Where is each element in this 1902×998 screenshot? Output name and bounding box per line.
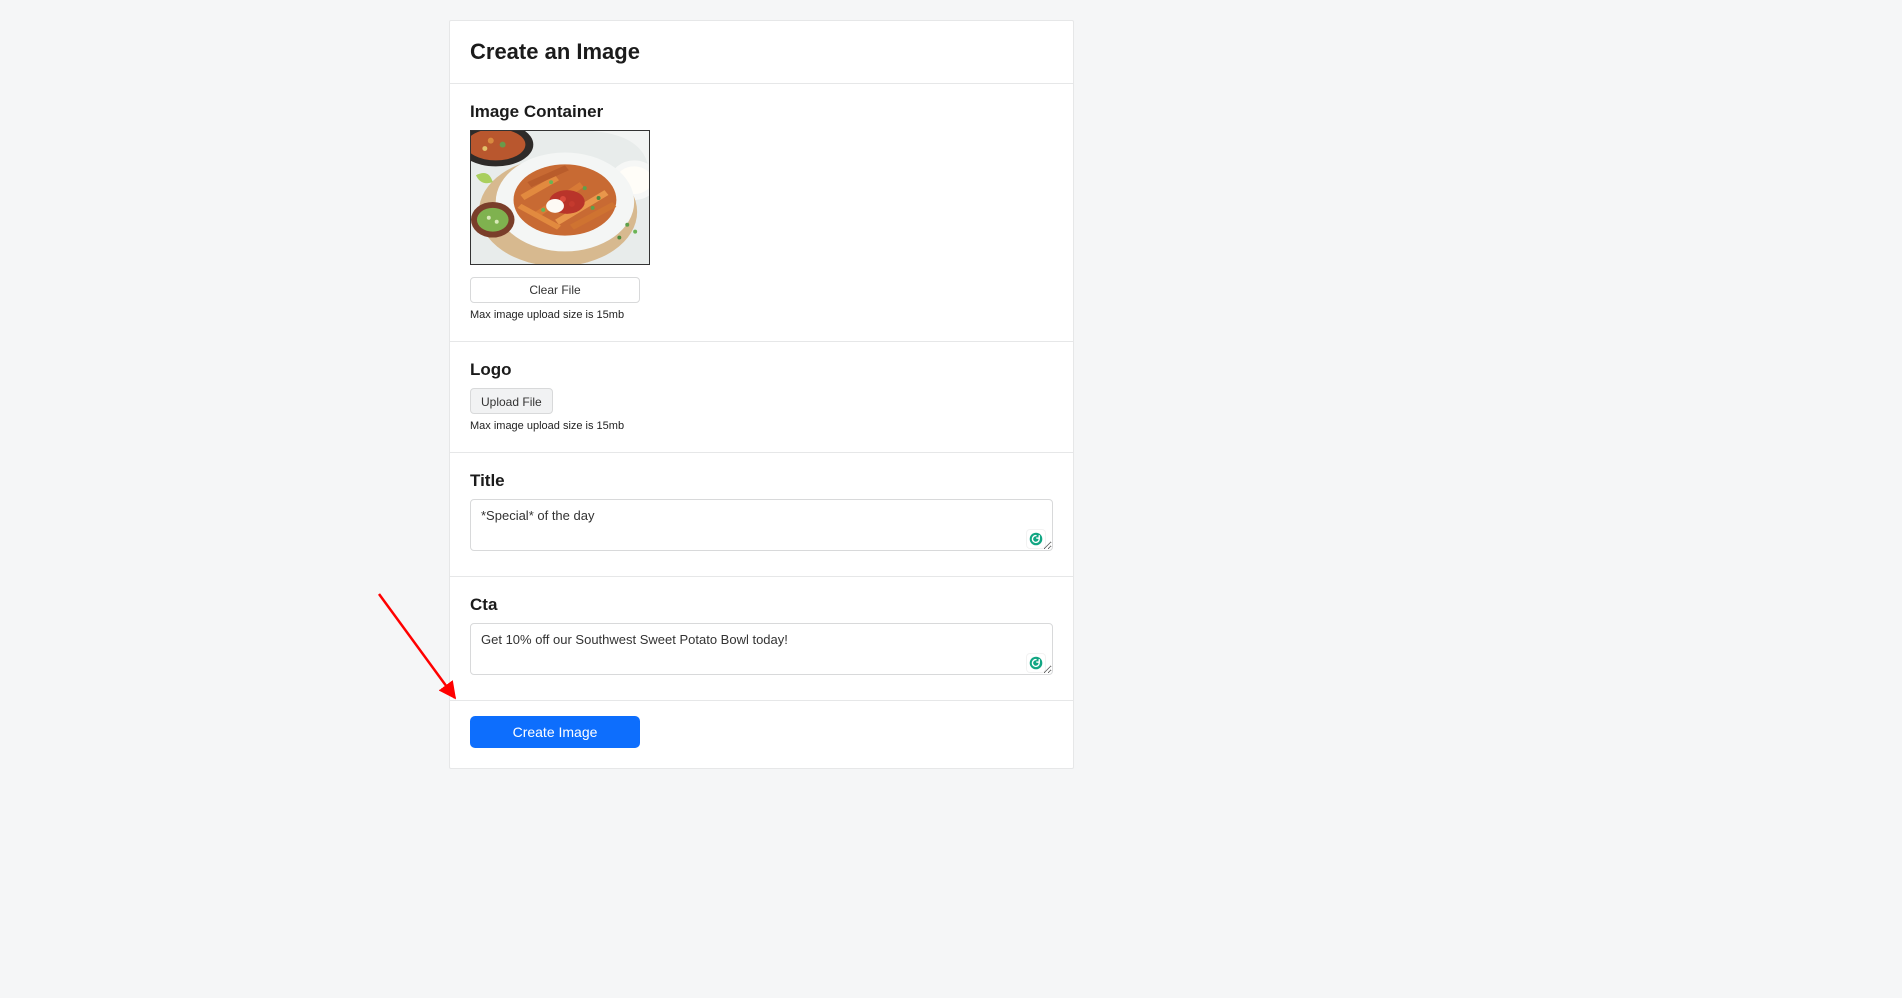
title-input[interactable] — [470, 499, 1053, 551]
image-container-heading: Image Container — [470, 102, 1053, 122]
title-heading: Title — [470, 471, 1053, 491]
logo-hint: Max image upload size is 15mb — [470, 420, 1053, 432]
create-image-button[interactable]: Create Image — [470, 716, 640, 748]
image-preview[interactable] — [470, 130, 650, 265]
cta-input[interactable] — [470, 623, 1053, 675]
action-section: Create Image — [450, 701, 1073, 768]
card-header: Create an Image — [450, 21, 1073, 84]
image-container-section: Image Container — [450, 84, 1073, 342]
clear-file-button[interactable]: Clear File — [470, 277, 640, 303]
logo-section: Logo Upload File Max image upload size i… — [450, 342, 1073, 453]
create-image-card: Create an Image Image Container — [449, 20, 1074, 769]
cta-section: Cta — [450, 577, 1073, 701]
logo-heading: Logo — [470, 360, 1053, 380]
cta-heading: Cta — [470, 595, 1053, 615]
upload-file-button[interactable]: Upload File — [470, 388, 553, 414]
title-section: Title — [450, 453, 1073, 577]
image-container-hint: Max image upload size is 15mb — [470, 309, 1053, 321]
page-title: Create an Image — [470, 39, 1053, 65]
